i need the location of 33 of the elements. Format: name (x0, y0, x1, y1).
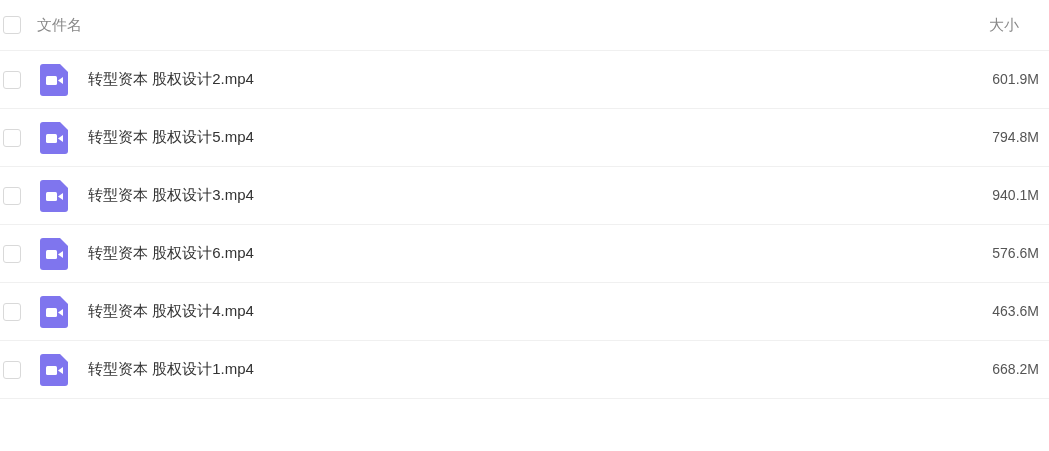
file-size: 576.6M (992, 244, 1039, 263)
checkbox[interactable] (3, 128, 21, 147)
file-size: 601.9M (992, 70, 1039, 89)
file-name: 转型资本 股权设计6.mp4 (88, 243, 254, 264)
checkbox[interactable] (3, 186, 21, 205)
file-row[interactable]: 转型资本 股权设计5.mp4 794.8M (0, 109, 1049, 167)
file-name: 转型资本 股权设计3.mp4 (88, 185, 254, 206)
column-header: 大小 (989, 14, 1019, 35)
checkbox[interactable] (3, 70, 21, 89)
file-size: 940.1M (992, 186, 1039, 205)
file-size: 463.6M (992, 302, 1039, 321)
file-name: 转型资本 股权设计2.mp4 (88, 69, 254, 90)
column-header: 文件名 (37, 14, 82, 35)
file-size: 668.2M (992, 360, 1039, 379)
file-row[interactable]: 转型资本 股权设计3.mp4 940.1M (0, 167, 1049, 225)
video-file-icon (40, 179, 68, 212)
checkbox[interactable] (3, 16, 21, 34)
file-name: 转型资本 股权设计4.mp4 (88, 301, 254, 322)
video-file-icon (40, 121, 68, 154)
file-row[interactable]: 转型资本 股权设计1.mp4 668.2M (0, 341, 1049, 399)
checkbox[interactable] (3, 360, 21, 379)
checkbox[interactable] (3, 302, 21, 321)
video-file-icon (40, 237, 68, 270)
file-row[interactable]: 转型资本 股权设计4.mp4 463.6M (0, 283, 1049, 341)
file-row[interactable]: 转型资本 股权设计6.mp4 576.6M (0, 225, 1049, 283)
video-file-icon (40, 63, 68, 96)
video-file-icon (40, 353, 68, 386)
checkbox[interactable] (3, 244, 21, 263)
file-size: 794.8M (992, 128, 1039, 147)
file-name: 转型资本 股权设计1.mp4 (88, 359, 254, 380)
file-name: 转型资本 股权设计5.mp4 (88, 127, 254, 148)
video-file-icon (40, 295, 68, 328)
file-row[interactable]: 转型资本 股权设计2.mp4 601.9M (0, 51, 1049, 109)
